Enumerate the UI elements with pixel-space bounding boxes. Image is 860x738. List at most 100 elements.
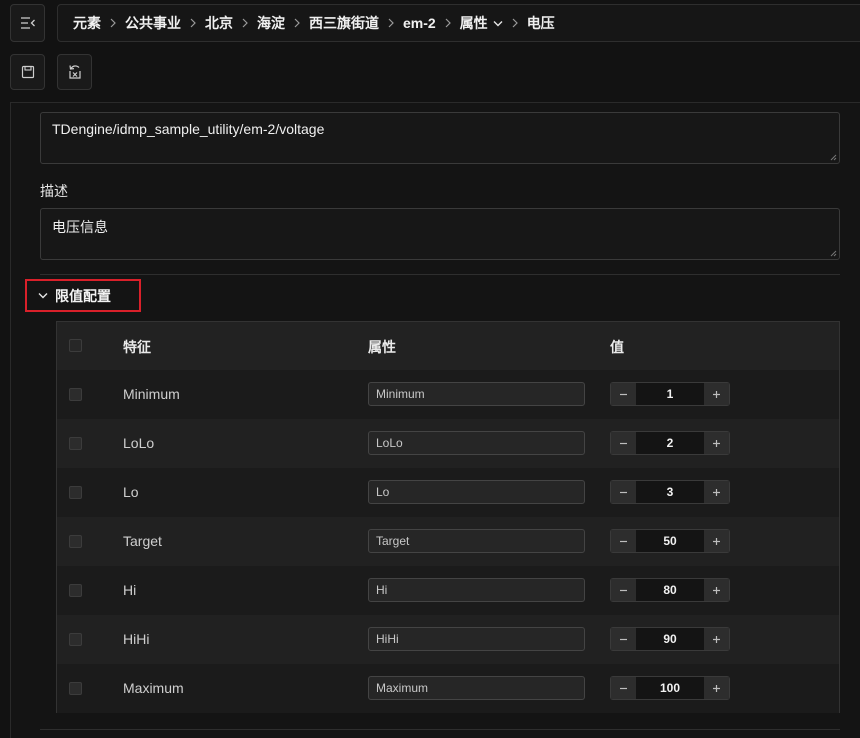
row-checkbox[interactable]	[69, 486, 82, 499]
description-field[interactable]: 电压信息	[40, 208, 840, 260]
value-input[interactable]: 1	[636, 383, 704, 405]
breadcrumb-label: 元素	[73, 15, 101, 31]
attribute-select[interactable]: Target	[368, 529, 585, 553]
decrement-button[interactable]	[611, 530, 636, 552]
column-header-attribute: 属性	[368, 339, 396, 355]
description-label: 描述	[40, 183, 68, 199]
value-stepper[interactable]: 90	[610, 627, 730, 651]
limits-table: 特征 属性 值 Minimum Minimum 1 LoLo LoLo 2 Lo Lo 3 Tar…	[56, 321, 840, 713]
minus-icon	[620, 442, 627, 444]
resize-handle-icon[interactable]	[830, 154, 837, 161]
limits-section-toggle[interactable]: 限值配置	[25, 279, 141, 312]
plus-icon	[713, 537, 720, 545]
row-checkbox[interactable]	[69, 437, 82, 450]
value-stepper[interactable]: 3	[610, 480, 730, 504]
increment-button[interactable]	[704, 383, 729, 405]
breadcrumb-separator-icon	[110, 18, 116, 28]
value-stepper[interactable]: 80	[610, 578, 730, 602]
decrement-button[interactable]	[611, 383, 636, 405]
breadcrumb-separator-icon	[445, 18, 451, 28]
increment-button[interactable]	[704, 677, 729, 699]
row-checkbox[interactable]	[69, 584, 82, 597]
value-input[interactable]: 3	[636, 481, 704, 503]
breadcrumb-item[interactable]: 电压	[527, 13, 555, 33]
decrement-button[interactable]	[611, 481, 636, 503]
select-all-checkbox[interactable]	[69, 339, 82, 352]
resize-handle-icon[interactable]	[830, 250, 837, 257]
discard-changes-button[interactable]	[57, 54, 92, 90]
path-field[interactable]: TDengine/idmp_sample_utility/em-2/voltag…	[40, 112, 840, 164]
attribute-select[interactable]: Minimum	[368, 382, 585, 406]
breadcrumb-separator-icon	[512, 18, 518, 28]
value-stepper[interactable]: 1	[610, 382, 730, 406]
breadcrumb-label: 电压	[526, 15, 555, 31]
increment-button[interactable]	[704, 432, 729, 454]
value-stepper[interactable]: 100	[610, 676, 730, 700]
breadcrumb-separator-icon	[294, 18, 300, 28]
attribute-value: Maximum	[376, 681, 429, 695]
feature-cell: LoLo	[123, 435, 155, 451]
value-stepper[interactable]: 2	[610, 431, 730, 455]
sidebar-toggle-button[interactable]	[10, 4, 45, 42]
breadcrumb-item[interactable]: 西三旗街道	[309, 13, 379, 33]
column-header-value: 值	[610, 339, 624, 355]
breadcrumb-separator-icon	[388, 18, 394, 28]
table-row: Lo Lo 3	[57, 468, 839, 517]
path-value: TDengine/idmp_sample_utility/em-2/voltag…	[52, 121, 325, 137]
increment-button[interactable]	[704, 628, 729, 650]
decrement-button[interactable]	[611, 579, 636, 601]
decrement-button[interactable]	[611, 677, 636, 699]
value-input[interactable]: 100	[636, 677, 704, 699]
breadcrumb-label: 公共事业	[125, 15, 181, 31]
chevron-down-icon	[38, 293, 48, 299]
attribute-select[interactable]: Lo	[368, 480, 585, 504]
limits-section-title: 限值配置	[55, 287, 111, 304]
breadcrumb-item[interactable]: 海淀	[257, 13, 285, 33]
attribute-select[interactable]: Hi	[368, 578, 585, 602]
row-checkbox[interactable]	[69, 682, 82, 695]
decrement-button[interactable]	[611, 628, 636, 650]
attribute-select[interactable]: LoLo	[368, 431, 585, 455]
attribute-select[interactable]: Maximum	[368, 676, 585, 700]
save-button[interactable]	[10, 54, 45, 90]
minus-icon	[620, 687, 627, 689]
feature-cell: HiHi	[123, 631, 150, 647]
value-input[interactable]: 90	[636, 628, 704, 650]
attribute-value: HiHi	[376, 632, 399, 646]
minus-icon	[620, 638, 627, 640]
value-input[interactable]: 50	[636, 530, 704, 552]
value-input[interactable]: 80	[636, 579, 704, 601]
feature-cell: Target	[123, 533, 162, 549]
discard-changes-icon	[68, 65, 81, 79]
increment-button[interactable]	[704, 481, 729, 503]
breadcrumb-label: 西三旗街道	[309, 15, 379, 31]
plus-icon	[713, 390, 720, 398]
value-input[interactable]: 2	[636, 432, 704, 454]
table-row: Target Target 50	[57, 517, 839, 566]
attribute-value: Lo	[376, 485, 390, 499]
feature-cell: Lo	[123, 484, 139, 500]
increment-button[interactable]	[704, 579, 729, 601]
increment-button[interactable]	[704, 530, 729, 552]
chevron-down-icon[interactable]	[493, 20, 503, 27]
attribute-select[interactable]: HiHi	[368, 627, 585, 651]
breadcrumb-item[interactable]: 元素	[73, 13, 101, 33]
table-row: LoLo LoLo 2	[57, 419, 839, 468]
row-checkbox[interactable]	[69, 388, 82, 401]
decrement-button[interactable]	[611, 432, 636, 454]
attribute-value: Target	[376, 534, 410, 548]
attribute-value: Minimum	[376, 387, 425, 401]
plus-icon	[713, 586, 720, 594]
breadcrumb-item[interactable]: 北京	[205, 13, 233, 33]
row-checkbox[interactable]	[69, 535, 82, 548]
minus-icon	[620, 540, 627, 542]
breadcrumb-item[interactable]: 属性	[460, 13, 503, 33]
table-row: HiHi HiHi 90	[57, 615, 839, 664]
minus-icon	[620, 589, 627, 591]
row-checkbox[interactable]	[69, 633, 82, 646]
breadcrumb-item[interactable]: 公共事业	[125, 13, 181, 33]
feature-cell: Maximum	[123, 680, 184, 696]
plus-icon	[713, 684, 720, 692]
breadcrumb-item[interactable]: em-2	[403, 15, 436, 31]
value-stepper[interactable]: 50	[610, 529, 730, 553]
